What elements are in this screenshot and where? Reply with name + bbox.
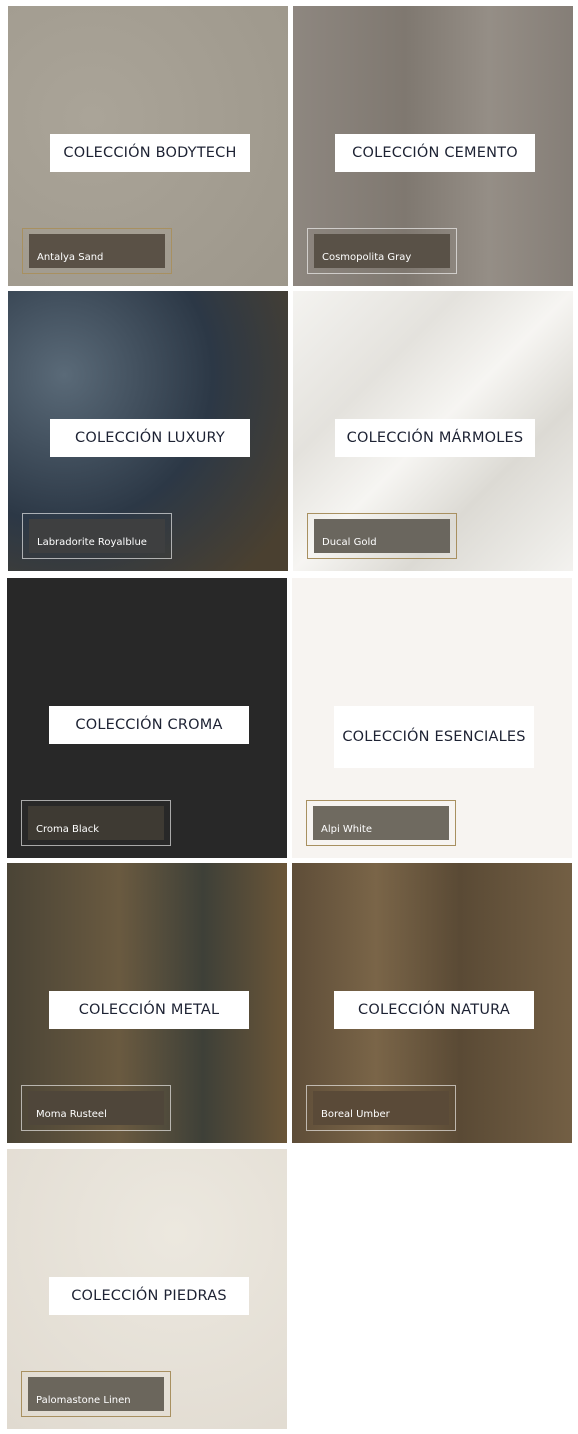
collection-tile[interactable]: COLECCIÓN BODYTECH Antalya Sand xyxy=(8,6,288,286)
product-label[interactable]: Alpi White xyxy=(306,800,456,846)
product-swatch: Alpi White xyxy=(313,806,449,840)
product-name: Moma Rusteel xyxy=(36,1109,107,1120)
product-label[interactable]: Croma Black xyxy=(21,800,171,846)
product-label[interactable]: Cosmopolita Gray xyxy=(307,228,457,274)
collection-title: COLECCIÓN CROMA xyxy=(49,706,249,744)
product-swatch: Ducal Gold xyxy=(314,519,450,553)
collection-tile[interactable]: COLECCIÓN LUXURY Labradorite Royalblue xyxy=(8,291,288,571)
collection-tile[interactable]: COLECCIÓN MÁRMOLES Ducal Gold xyxy=(293,291,573,571)
product-name: Antalya Sand xyxy=(37,252,104,263)
collection-title: COLECCIÓN BODYTECH xyxy=(50,134,250,172)
collection-title: COLECCIÓN LUXURY xyxy=(50,419,250,457)
collection-title: COLECCIÓN ESENCIALES xyxy=(334,706,534,768)
product-label[interactable]: Ducal Gold xyxy=(307,513,457,559)
product-name: Boreal Umber xyxy=(321,1109,390,1120)
collection-title: COLECCIÓN PIEDRAS xyxy=(49,1277,249,1315)
collection-tile[interactable]: COLECCIÓN NATURA Boreal Umber xyxy=(292,863,572,1143)
collection-tile[interactable]: COLECCIÓN CEMENTO Cosmopolita Gray xyxy=(293,6,573,286)
product-label[interactable]: Palomastone Linen xyxy=(21,1371,171,1417)
product-name: Labradorite Royalblue xyxy=(37,537,147,548)
product-swatch: Boreal Umber xyxy=(313,1091,449,1125)
product-name: Croma Black xyxy=(36,824,100,835)
product-swatch: Cosmopolita Gray xyxy=(314,234,450,268)
collection-tile[interactable]: COLECCIÓN CROMA Croma Black xyxy=(7,578,287,858)
product-name: Palomastone Linen xyxy=(36,1395,131,1406)
product-label[interactable]: Moma Rusteel xyxy=(21,1085,171,1131)
product-label[interactable]: Labradorite Royalblue xyxy=(22,513,172,559)
collection-tile[interactable]: COLECCIÓN METAL Moma Rusteel xyxy=(7,863,287,1143)
product-swatch: Moma Rusteel xyxy=(28,1091,164,1125)
product-swatch: Palomastone Linen xyxy=(28,1377,164,1411)
collection-title: COLECCIÓN NATURA xyxy=(334,991,534,1029)
product-swatch: Labradorite Royalblue xyxy=(29,519,165,553)
product-name: Alpi White xyxy=(321,824,373,835)
product-label[interactable]: Boreal Umber xyxy=(306,1085,456,1131)
collection-tile[interactable]: COLECCIÓN ESENCIALES Alpi White xyxy=(292,578,572,858)
collection-tile[interactable]: COLECCIÓN PIEDRAS Palomastone Linen xyxy=(7,1149,287,1429)
product-label[interactable]: Antalya Sand xyxy=(22,228,172,274)
product-name: Cosmopolita Gray xyxy=(322,252,412,263)
product-swatch: Croma Black xyxy=(28,806,164,840)
collection-title: COLECCIÓN MÁRMOLES xyxy=(335,419,535,457)
collection-title: COLECCIÓN CEMENTO xyxy=(335,134,535,172)
collection-title: COLECCIÓN METAL xyxy=(49,991,249,1029)
product-swatch: Antalya Sand xyxy=(29,234,165,268)
product-name: Ducal Gold xyxy=(322,537,377,548)
